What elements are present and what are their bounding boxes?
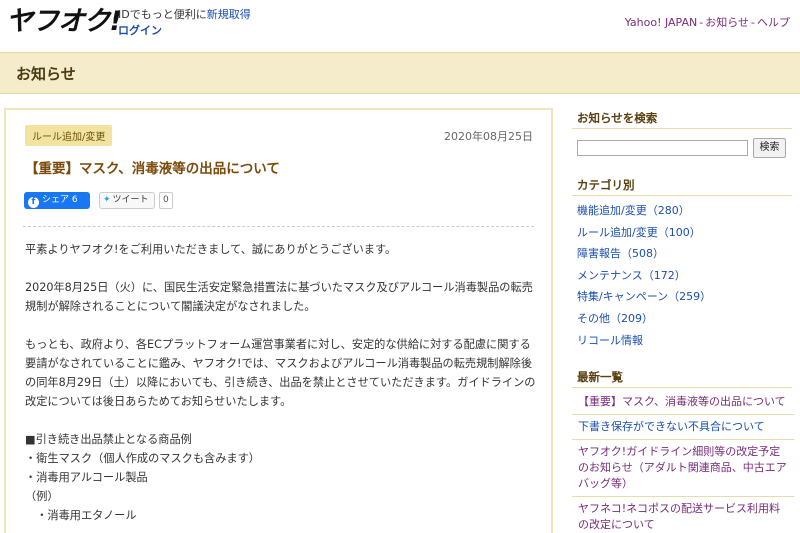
banned-items-list: ■引き続き出品禁止となる商品例 ・衛生マスク（個人作成のマスクも含みます） ・消… [25, 430, 537, 525]
site-header: ヤフオク! IDでもっと便利に新規取得 ログイン Yahoo! JAPAN - お知… [0, 0, 800, 52]
category-link[interactable]: 障害報告（508） [577, 243, 711, 265]
news-item[interactable]: 下書き保存ができない不具合について [572, 415, 794, 440]
category-link[interactable]: 特集/キャンペーン（259） [577, 286, 711, 308]
paragraph: もっとも、政府より、各ECプラットフォーム運営事業者に対し、安定的な供給に対する… [25, 338, 536, 408]
search-heading: お知らせを検索 [577, 111, 658, 125]
category-list: 機能追加/変更（280） ルール追加/変更（100） 障害報告（508） メンテ… [577, 200, 711, 351]
list-item: ・衛生マスク（個人作成のマスクも含みます） [25, 452, 260, 465]
article-date: 2020年08月25日 [444, 130, 533, 143]
search-input[interactable] [577, 140, 748, 156]
category-link[interactable]: メンテナンス（172） [577, 265, 711, 287]
list-item: ・消毒用アルコール製品 [25, 471, 148, 484]
yahoo-japan-link[interactable]: Yahoo! JAPAN [625, 16, 698, 29]
latest-heading: 最新一覧 [577, 370, 623, 384]
page-title: お知らせ [16, 65, 76, 83]
article-body: 平素よりヤフオク!をご利用いただきまして、誠にありがとうございます。 2020年… [25, 240, 537, 525]
divider [572, 195, 792, 196]
separator: - [699, 16, 704, 29]
category-link[interactable]: リコール情報 [577, 330, 711, 352]
facebook-icon: f [28, 197, 39, 208]
tweet-count: 0 [159, 192, 173, 209]
list-item: ■引き続き出品禁止となる商品例 [25, 433, 192, 446]
search-button[interactable]: 検索 [753, 138, 786, 158]
tweet-label: ツイート [112, 195, 149, 205]
paragraph: 平素よりヤフオク!をご利用いただきまして、誠にありがとうございます。 [25, 243, 397, 256]
divider [572, 387, 792, 388]
tweet-button[interactable]: ✦ ツイート [99, 192, 155, 209]
list-item: ・消毒用エタノール [25, 509, 137, 522]
article-title: 【重要】マスク、消毒液等の出品について [25, 161, 280, 177]
help-link[interactable]: ヘルプ [757, 16, 790, 29]
signup-link[interactable]: 新規取得 [207, 8, 251, 21]
category-link[interactable]: その他（209） [577, 308, 711, 330]
category-heading: カテゴリ別 [577, 178, 635, 192]
login-message: IDでもっと便利に [118, 8, 207, 21]
twitter-bird-icon: ✦ [103, 195, 111, 205]
news-item[interactable]: ヤフネコ!ネコポスの配送サービス利用料の改定について [572, 497, 794, 533]
top-links: Yahoo! JAPAN - お知らせ - ヘルプ [625, 14, 790, 30]
latest-news-list: 【重要】マスク、消毒液等の出品について 下書き保存ができない不具合について ヤフ… [572, 390, 794, 533]
list-item: （例） [25, 490, 59, 503]
facebook-share-button[interactable]: f シェア 6 [24, 192, 90, 209]
share-label: シェア 6 [42, 195, 78, 205]
separator: - [751, 16, 755, 29]
notice-link[interactable]: お知らせ [705, 16, 749, 29]
news-item[interactable]: 【重要】マスク、消毒液等の出品について [572, 390, 794, 415]
login-link[interactable]: ログイン [118, 24, 251, 38]
divider [23, 226, 534, 227]
yahuoku-logo[interactable]: ヤフオク! [6, 6, 122, 38]
article-box: ルール追加/変更 2020年08月25日 【重要】マスク、消毒液等の出品について… [4, 108, 553, 533]
login-area: IDでもっと便利に新規取得 ログイン [118, 8, 251, 38]
divider [572, 128, 792, 129]
category-link[interactable]: ルール追加/変更（100） [577, 222, 711, 244]
page-title-bar: お知らせ [0, 52, 800, 94]
news-item[interactable]: ヤフオク!ガイドライン細則等の改定予定のお知らせ（アダルト関連商品、中古エアバッ… [572, 440, 794, 497]
paragraph: 2020年8月25日（火）に、国民生活安定緊急措置法に基づいたマスク及びアルコー… [25, 281, 533, 313]
category-link[interactable]: 機能追加/変更（280） [577, 200, 711, 222]
category-badge[interactable]: ルール追加/変更 [25, 125, 113, 146]
